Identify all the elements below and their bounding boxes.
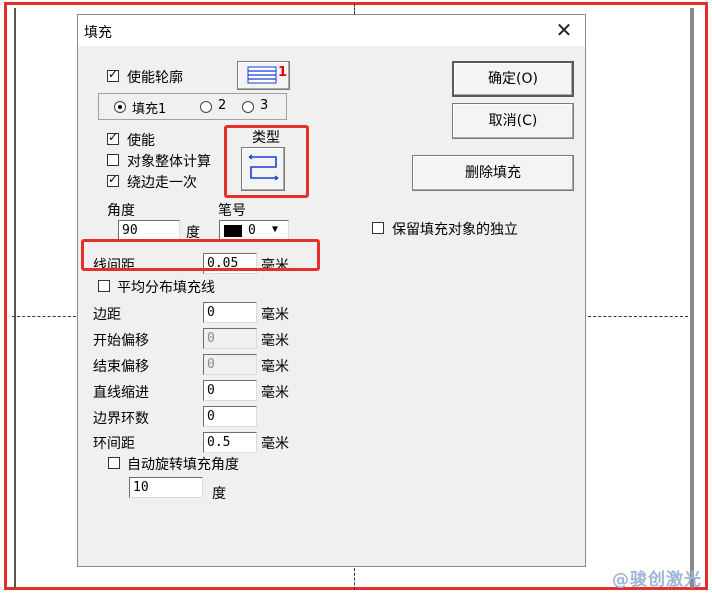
canvas-guide-horizontal-left xyxy=(12,316,76,317)
ring-spacing-unit: 毫米 xyxy=(261,436,289,452)
dialog-title: 填充 xyxy=(84,25,112,41)
start-offset-unit: 毫米 xyxy=(261,333,289,349)
canvas-guide-horizontal-right xyxy=(588,316,688,317)
border-rings-label: 边界环数 xyxy=(93,411,149,427)
title-bar: 填充 ✕ xyxy=(78,15,585,46)
canvas-guide-vertical-bottom xyxy=(354,568,355,590)
pen-color-swatch xyxy=(224,225,242,237)
outline-pattern-marker: 1 xyxy=(278,65,288,80)
fill-2-radio[interactable] xyxy=(200,101,212,113)
keep-independent-label: 保留填充对象的独立 xyxy=(392,222,518,238)
auto-rotate-unit: 度 xyxy=(212,486,226,502)
fill-1-label: 填充1 xyxy=(132,102,167,117)
keep-independent-checkbox[interactable] xyxy=(372,222,384,234)
angle-label: 角度 xyxy=(107,203,135,219)
even-distribute-checkbox[interactable] xyxy=(98,280,110,292)
fill-1-radio[interactable] xyxy=(114,101,126,113)
canvas-guide-vertical-top xyxy=(354,4,355,14)
end-offset-unit: 毫米 xyxy=(261,359,289,375)
ring-spacing-input[interactable]: 0.5 xyxy=(203,432,257,453)
whole-object-calc-label: 对象整体计算 xyxy=(127,154,211,170)
enable-outline-checkbox[interactable] xyxy=(107,67,119,82)
outline-pattern-button[interactable]: 1 xyxy=(237,61,290,90)
pen-select[interactable]: 0 ▼ xyxy=(219,220,289,241)
cancel-button[interactable]: 取消(C) xyxy=(452,103,574,139)
enable-outline-label: 使能轮廓 xyxy=(127,70,183,86)
fill-dialog: 填充 ✕ 使能轮廓 1 填充1 2 3 使能 对象整体计算 绕边走一次 类型 xyxy=(77,14,586,567)
end-offset-input[interactable]: 0 xyxy=(203,354,257,375)
whole-object-calc-checkbox[interactable] xyxy=(107,154,119,166)
margin-input[interactable]: 0 xyxy=(203,302,257,323)
line-spacing-highlight-box xyxy=(81,239,320,271)
type-highlight-box xyxy=(224,125,309,198)
line-indent-input[interactable]: 0 xyxy=(203,380,257,401)
around-edge-once-checkbox[interactable] xyxy=(107,172,119,187)
chevron-down-icon[interactable]: ▼ xyxy=(272,220,278,239)
enable-checkbox[interactable] xyxy=(107,130,119,145)
even-distribute-label: 平均分布填充线 xyxy=(117,280,215,296)
pen-value: 0 xyxy=(248,223,256,238)
ok-button[interactable]: 确定(O) xyxy=(452,61,574,97)
angle-input[interactable]: 90 xyxy=(118,220,180,241)
around-edge-once-label: 绕边走一次 xyxy=(127,175,197,191)
auto-rotate-checkbox[interactable] xyxy=(108,457,120,469)
end-offset-label: 结束偏移 xyxy=(93,359,149,375)
margin-unit: 毫米 xyxy=(261,307,289,323)
start-offset-label: 开始偏移 xyxy=(93,333,149,349)
auto-rotate-label: 自动旋转填充角度 xyxy=(127,457,239,473)
fill-3-radio[interactable] xyxy=(242,101,254,113)
fill-radio-group xyxy=(98,93,287,120)
margin-label: 边距 xyxy=(93,307,121,323)
enable-label: 使能 xyxy=(127,133,155,149)
line-indent-label: 直线缩进 xyxy=(93,385,149,401)
fill-3-label: 3 xyxy=(260,98,269,113)
pen-label: 笔号 xyxy=(218,203,246,219)
start-offset-input[interactable]: 0 xyxy=(203,328,257,349)
close-icon[interactable]: ✕ xyxy=(553,19,575,41)
ring-spacing-label: 环间距 xyxy=(93,436,135,452)
line-indent-unit: 毫米 xyxy=(261,385,289,401)
border-rings-input[interactable]: 0 xyxy=(203,406,257,427)
watermark: @骏创激光 xyxy=(612,570,702,590)
canvas-scrollbar-edge xyxy=(690,8,694,588)
auto-rotate-angle-input[interactable]: 10 xyxy=(129,477,203,498)
fill-2-label: 2 xyxy=(218,98,227,113)
delete-fill-button[interactable]: 删除填充 xyxy=(412,155,574,191)
canvas-left-edge xyxy=(14,8,16,588)
